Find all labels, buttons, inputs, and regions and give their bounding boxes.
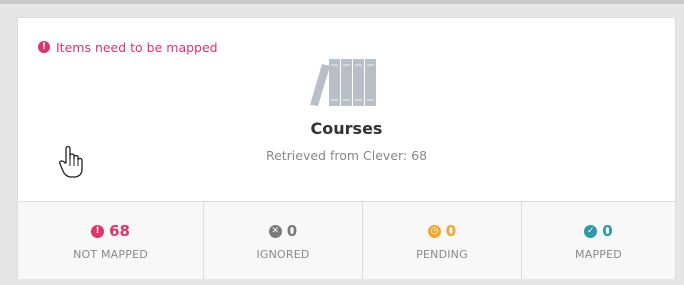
stat-not-mapped[interactable]: ! 68 NOT MAPPED — [18, 202, 203, 279]
hand-pointer-icon — [59, 145, 83, 178]
stat-ignored[interactable]: ✕ 0 IGNORED — [203, 202, 362, 279]
x-circle-icon: ✕ — [268, 224, 282, 238]
retrieved-count: Retrieved from Clever: 68 — [265, 148, 428, 163]
stat-count: 0 — [286, 222, 298, 240]
mapping-alert: ! Items need to be mapped — [38, 39, 218, 55]
exclamation-circle-icon: ! — [38, 41, 50, 53]
exclamation-circle-icon: ! — [91, 224, 105, 238]
stat-count: 68 — [109, 222, 130, 240]
stat-count: 0 — [445, 222, 457, 240]
courses-sync-card: ! Items need to be mapped Courses Retrie… — [17, 17, 676, 279]
alert-text: Items need to be mapped — [56, 39, 218, 55]
stat-label: IGNORED — [256, 248, 310, 261]
stat-label: NOT MAPPED — [73, 248, 148, 261]
clock-icon: ◷ — [427, 224, 441, 238]
section-title: Courses — [310, 119, 383, 138]
mapping-stats-bar: ! 68 NOT MAPPED ✕ 0 IGNORED ◷ 0 PENDING … — [18, 201, 675, 279]
window-top-border — [0, 0, 684, 4]
stat-pending[interactable]: ◷ 0 PENDING — [362, 202, 521, 279]
stat-label: MAPPED — [575, 248, 622, 261]
stat-count: 0 — [602, 222, 613, 240]
stat-mapped[interactable]: ✓ 0 MAPPED — [521, 202, 675, 279]
stat-label: PENDING — [416, 248, 468, 261]
books-icon — [310, 59, 376, 106]
check-circle-icon: ✓ — [584, 224, 598, 238]
